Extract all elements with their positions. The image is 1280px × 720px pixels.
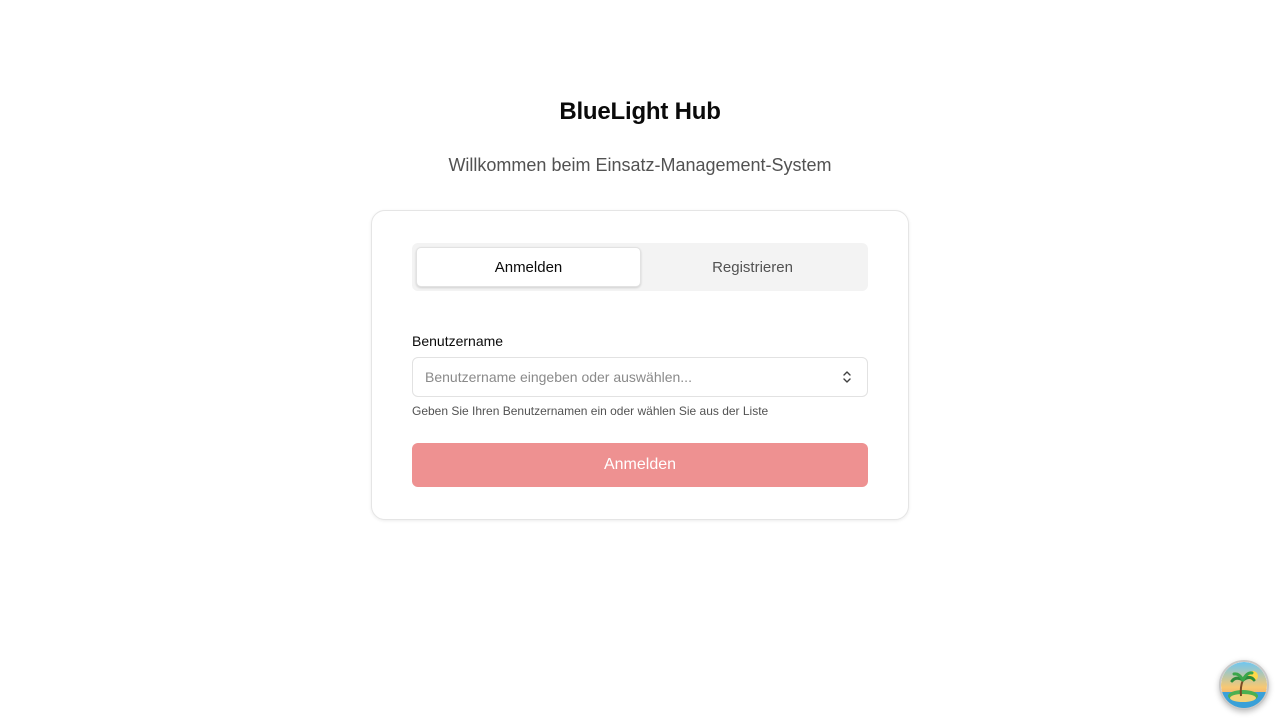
auth-card: Anmelden Registrieren Benutzername Geben…: [371, 210, 909, 520]
tab-register[interactable]: Registrieren: [641, 247, 864, 287]
app-subtitle: Willkommen beim Einsatz-Management-Syste…: [448, 155, 832, 175]
chevron-up-down-icon[interactable]: [839, 367, 855, 387]
login-page: BlueLight Hub Willkommen beim Einsatz-Ma…: [0, 0, 1280, 720]
username-label: Benutzername: [412, 333, 504, 349]
username-input[interactable]: [425, 369, 839, 385]
username-hint: Geben Sie Ihren Benutzernamen ein oder w…: [412, 404, 769, 418]
login-button[interactable]: Anmelden: [412, 443, 868, 487]
app-title: BlueLight Hub: [559, 98, 721, 125]
island-palm-icon[interactable]: [1219, 660, 1269, 710]
username-combobox[interactable]: [412, 357, 868, 397]
auth-tabs: Anmelden Registrieren: [412, 243, 868, 291]
tab-login[interactable]: Anmelden: [416, 247, 641, 287]
